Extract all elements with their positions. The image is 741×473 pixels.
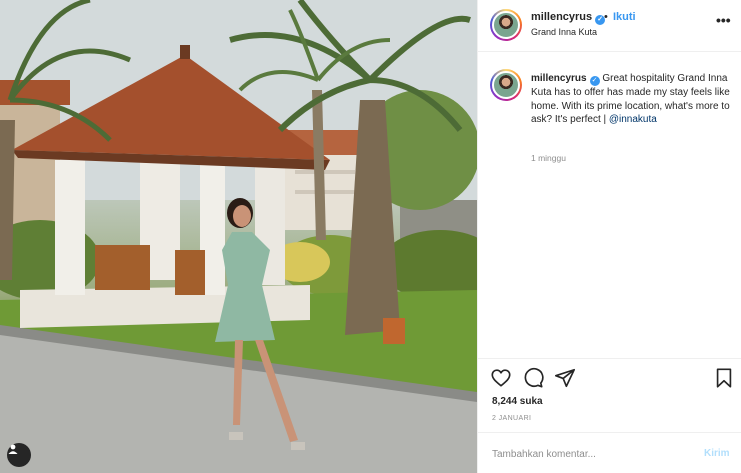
location-link[interactable]: Grand Inna Kuta	[531, 27, 597, 37]
caption-mention-link[interactable]: @innakuta	[609, 114, 657, 125]
post-actions: 8,244 suka 2 JANUARI	[478, 358, 741, 428]
bookmark-icon	[716, 368, 732, 388]
caption-avatar[interactable]	[490, 69, 522, 101]
caption-area: millencyrus ✓ Great hospitality Grand Inn…	[478, 53, 741, 358]
comment-bar: Kirim	[478, 432, 741, 473]
user-tag-icon	[8, 444, 18, 454]
post-side-panel: millencyrus ✓ • Ikuti Grand Inna Kuta •••…	[477, 0, 741, 473]
photo-illustration	[0, 0, 477, 473]
follow-separator: •	[604, 11, 608, 23]
speech-bubble-icon	[524, 367, 544, 388]
caption-username[interactable]: millencyrus	[531, 73, 587, 84]
send-comment-button[interactable]: Kirim	[704, 448, 730, 459]
post-header: millencyrus ✓ • Ikuti Grand Inna Kuta •••	[478, 0, 741, 52]
comment-input[interactable]	[492, 445, 682, 463]
caption-timestamp[interactable]: 1 minggu	[531, 153, 566, 163]
comment-button[interactable]	[522, 367, 544, 394]
user-tag-button[interactable]	[7, 443, 31, 467]
like-count[interactable]: 8,244 suka	[492, 396, 543, 407]
like-button[interactable]	[490, 367, 512, 394]
verified-badge-icon: ✓	[589, 76, 600, 86]
author-username[interactable]: millencyrus	[531, 11, 592, 23]
post-date[interactable]: 2 JANUARI	[492, 415, 531, 422]
author-username-row[interactable]: millencyrus ✓	[531, 11, 606, 25]
follow-button[interactable]: Ikuti	[613, 11, 636, 23]
paper-plane-icon	[555, 368, 575, 388]
caption-text: millencyrus ✓ Great hospitality Grand Inn…	[531, 72, 731, 127]
save-button[interactable]	[714, 367, 734, 394]
author-avatar[interactable]	[490, 9, 522, 41]
more-options-icon[interactable]: •••	[716, 12, 731, 28]
post-photo[interactable]	[0, 0, 477, 473]
share-button[interactable]	[554, 367, 576, 394]
heart-icon	[491, 369, 511, 387]
